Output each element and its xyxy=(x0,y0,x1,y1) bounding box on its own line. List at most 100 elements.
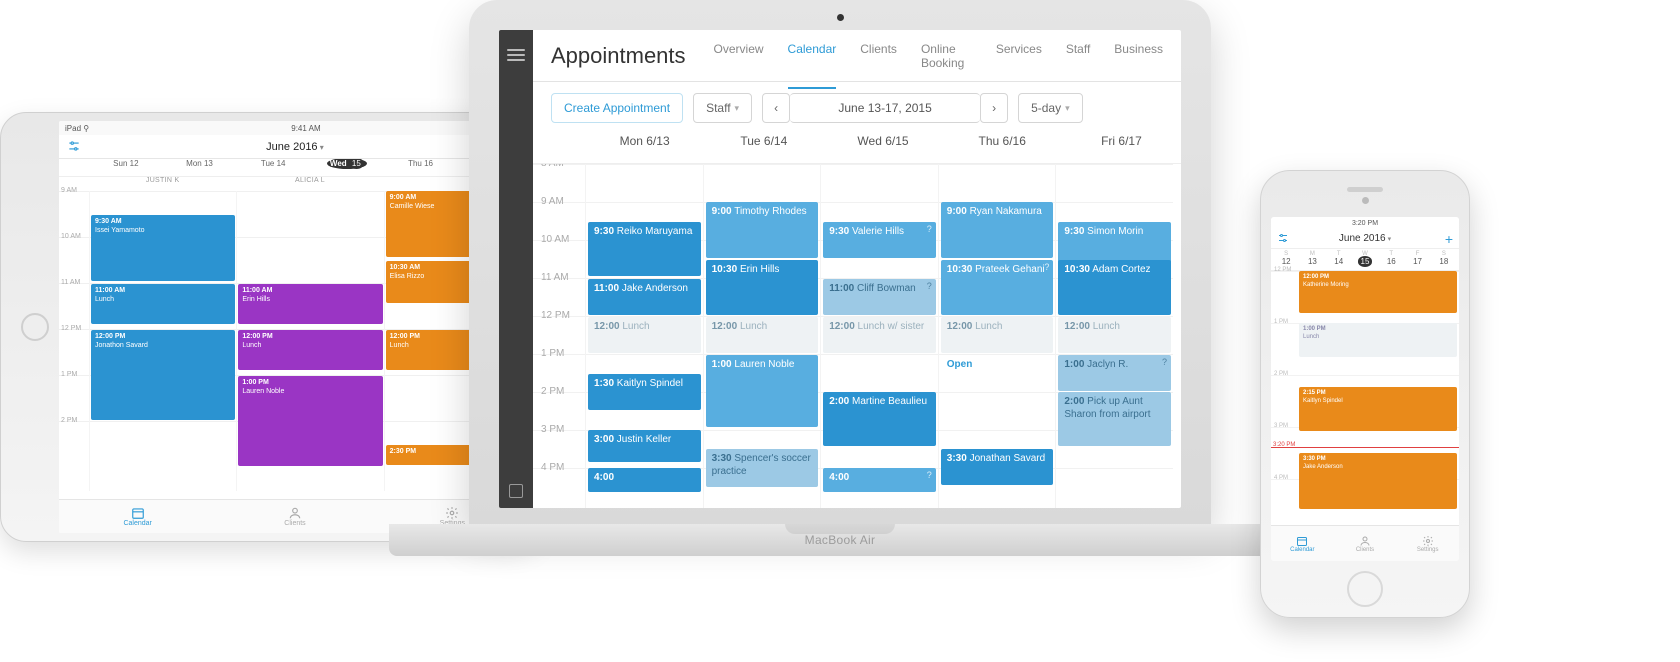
mac-sidebar xyxy=(499,30,533,508)
appointment-event[interactable]: 12:00 Lunch xyxy=(588,317,701,353)
view-mode-button[interactable]: 5-day xyxy=(1018,93,1083,123)
day-header[interactable]: Tue 6/14 xyxy=(704,134,823,163)
appointment-event[interactable]: 1:30 Kaitlyn Spindel xyxy=(588,374,701,410)
nav-clients[interactable]: Clients xyxy=(860,30,897,88)
event-title: Erin Hills xyxy=(740,264,779,275)
month-picker[interactable]: June 2016 xyxy=(1339,233,1391,244)
mac-device: Appointments OverviewCalendarClientsOnli… xyxy=(469,0,1211,556)
appointment-event[interactable]: 12:00 Lunch xyxy=(706,317,819,353)
appointment-event[interactable]: 1:00 Lauren Noble xyxy=(706,355,819,427)
day-header[interactable]: Mon 6/13 xyxy=(585,134,704,163)
day-number[interactable]: 17 xyxy=(1404,257,1430,266)
appointment-event[interactable]: 12:00 PMLunch xyxy=(238,330,382,370)
appointment-event[interactable]: 2:00 Martine Beaulieu xyxy=(823,392,936,446)
day-header[interactable]: Mon 13 xyxy=(163,159,237,176)
day-header[interactable]: Tue 14 xyxy=(236,159,310,176)
appointment-event[interactable]: 12:00 PMJonathon Savard xyxy=(91,330,235,420)
camera-icon xyxy=(1362,197,1369,204)
appointment-event[interactable]: 11:00 AMErin Hills xyxy=(238,284,382,324)
filter-icon[interactable] xyxy=(1277,232,1289,246)
event-title: Prateek Gehani xyxy=(975,264,1045,275)
iphone-home-button[interactable] xyxy=(1347,571,1383,607)
nav-overview[interactable]: Overview xyxy=(714,30,764,88)
appointment-event[interactable]: 12:00 Lunch xyxy=(941,317,1054,353)
ipad-col-1: 11:00 AMErin Hills 12:00 PMLunch 1:00 PMLa… xyxy=(236,191,383,491)
day-header[interactable]: Wed 6/15 xyxy=(823,134,942,163)
appointment-event[interactable]: 3:00 Justin Keller xyxy=(588,430,701,462)
day-header[interactable]: Thu 6/16 xyxy=(943,134,1062,163)
appointment-event[interactable]: 9:30 AMIssei Yamamoto xyxy=(91,215,235,281)
appointment-event[interactable]: 2:00 Pick up Aunt Sharon from airport xyxy=(1058,392,1171,446)
tab-calendar[interactable]: Calendar xyxy=(1271,526,1334,561)
prev-button[interactable]: ‹ xyxy=(762,93,790,123)
appointment-event[interactable]: 11:00 AMLunch xyxy=(91,284,235,324)
square-logo-icon[interactable] xyxy=(509,484,523,498)
create-appointment-button[interactable]: Create Appointment xyxy=(551,93,683,123)
tab-settings[interactable]: Settings xyxy=(1396,526,1459,561)
tab-clients[interactable]: Clients xyxy=(216,500,373,533)
tab-clients[interactable]: Clients xyxy=(1334,526,1397,561)
appointment-event[interactable]: 2:15 PMKaitlyn Spindel xyxy=(1299,387,1457,431)
appointment-event[interactable]: 11:00 Cliff Bowman? xyxy=(823,279,936,315)
ipad-home-button[interactable] xyxy=(21,313,49,341)
appointment-event[interactable]: 10:30 Erin Hills xyxy=(706,260,819,315)
nav-staff[interactable]: Staff xyxy=(1066,30,1090,88)
appointment-event[interactable]: 1:00 PMLunch xyxy=(1299,323,1457,357)
event-time: 1:00 xyxy=(712,359,732,370)
date-range-label[interactable]: June 13-17, 2015 xyxy=(790,93,980,123)
hamburger-icon[interactable] xyxy=(507,46,525,64)
day-column: 9:30 Valerie Hills? 11:00 Cliff Bowman?12… xyxy=(820,164,938,508)
iphone-screen: 3:20 PM June 2016 + SMTWTFS 121314151617… xyxy=(1271,217,1459,561)
appointment-event[interactable]: 12:00 PMKatherine Moring xyxy=(1299,271,1457,313)
nav-online-booking[interactable]: Online Booking xyxy=(921,30,972,88)
staff-filter-button[interactable]: Staff xyxy=(693,93,752,123)
filter-icon[interactable] xyxy=(67,139,81,155)
add-button[interactable]: + xyxy=(1445,232,1453,246)
event-title: Open xyxy=(947,359,973,370)
iphone-top-bar: June 2016 + xyxy=(1271,229,1459,249)
day-header[interactable]: Sun 12 xyxy=(89,159,163,176)
appointment-event[interactable]: 10:30 Adam Cortez xyxy=(1058,260,1171,315)
event-title: Jake Anderson xyxy=(1303,464,1453,472)
appointment-event[interactable]: 9:30 Valerie Hills? xyxy=(823,222,936,258)
appointment-event[interactable]: 10:30 Prateek Gehani? xyxy=(941,260,1054,315)
day-number[interactable]: 13 xyxy=(1299,257,1325,266)
appointment-event[interactable]: 11:00 Jake Anderson xyxy=(588,279,701,315)
appointment-event[interactable]: 12:00 Lunch w/ sister xyxy=(823,317,936,353)
appointment-event[interactable]: 3:30 Jonathan Savard xyxy=(941,449,1054,485)
appointment-event[interactable]: 4:00 ? xyxy=(823,468,936,492)
appointment-event[interactable]: 9:30 Reiko Maruyama xyxy=(588,222,701,276)
ipad-carrier: iPad ⚲ xyxy=(65,124,89,133)
day-number[interactable]: 14 xyxy=(1326,257,1352,266)
appointment-event[interactable]: 12:00 Lunch xyxy=(1058,317,1171,353)
tab-calendar[interactable]: Calendar xyxy=(59,500,216,533)
appointment-event[interactable]: 4:00 xyxy=(588,468,701,492)
appointment-event[interactable]: 3:30 PMJake Anderson xyxy=(1299,453,1457,509)
day-number[interactable]: 18 xyxy=(1431,257,1457,266)
iphone-grid[interactable]: 4 PM3 PM2 PM1 PM12 PM 12:00 PMKatherine … xyxy=(1271,271,1459,529)
day-header[interactable]: Thu 16 xyxy=(384,159,458,176)
appointment-event[interactable]: 1:00 PMLauren Noble xyxy=(238,376,382,466)
month-picker[interactable]: June 2016 xyxy=(266,141,324,153)
day-header-today[interactable]: Wed 15 xyxy=(310,159,384,176)
event-time: 11:00 xyxy=(829,283,854,294)
ipad-grid[interactable]: 2 PM1 PM12 PM11 AM10 AM9 AM 9:30 AMIssei… xyxy=(59,191,531,491)
appointment-event[interactable]: Open xyxy=(941,355,1054,427)
appointment-event[interactable]: 1:00 Jaclyn R.? xyxy=(1058,355,1171,391)
day-number[interactable]: 15 xyxy=(1352,257,1378,266)
appointment-event[interactable]: 9:00 Ryan Nakamura xyxy=(941,202,1054,258)
appointment-event[interactable]: 3:30 Spencer's soccer practice xyxy=(706,449,819,487)
day-number[interactable]: 12 xyxy=(1273,257,1299,266)
ipad-device: iPad ⚲ 9:41 AM June 2016 Sun 12 Mon 13 T… xyxy=(0,112,540,542)
iphone-column: 12:00 PMKatherine Moring 1:00 PMLunch 2:15… xyxy=(1299,271,1457,529)
appointment-event[interactable]: 9:00 Timothy Rhodes xyxy=(706,202,819,258)
day-number[interactable]: 16 xyxy=(1378,257,1404,266)
nav-business[interactable]: Business xyxy=(1114,30,1163,88)
nav-services[interactable]: Services xyxy=(996,30,1042,88)
iphone-week-strip[interactable]: SMTWTFS 12131415161718 xyxy=(1271,249,1459,271)
mac-grid[interactable]: 4 PM3 PM2 PM1 PM12 PM11 AM10 AM9 AM8 AM … xyxy=(533,164,1181,508)
day-header[interactable]: Fri 6/17 xyxy=(1062,134,1181,163)
nav-calendar[interactable]: Calendar xyxy=(788,30,837,88)
ipad-screen: iPad ⚲ 9:41 AM June 2016 Sun 12 Mon 13 T… xyxy=(59,121,531,533)
next-button[interactable]: › xyxy=(980,93,1008,123)
